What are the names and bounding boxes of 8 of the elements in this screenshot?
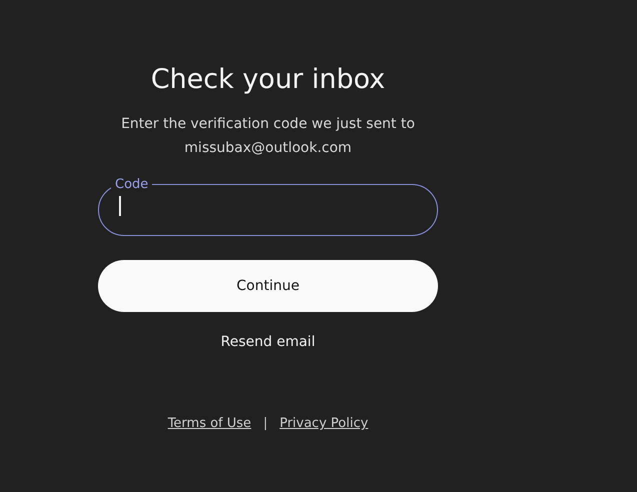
footer-link[interactable]: Privacy Policy bbox=[280, 416, 368, 431]
continue-button[interactable]: Continue bbox=[98, 260, 438, 312]
link-separator: | bbox=[263, 416, 268, 431]
code-input-field[interactable]: Code bbox=[98, 177, 438, 236]
resend-email-link[interactable]: Resend email bbox=[220, 334, 316, 350]
page-title: Check your inbox bbox=[150, 63, 386, 97]
instruction-text: Enter the verification code we just sent to missubax@outlook.com bbox=[120, 115, 416, 158]
footer-link[interactable]: Terms of Use bbox=[168, 416, 252, 431]
